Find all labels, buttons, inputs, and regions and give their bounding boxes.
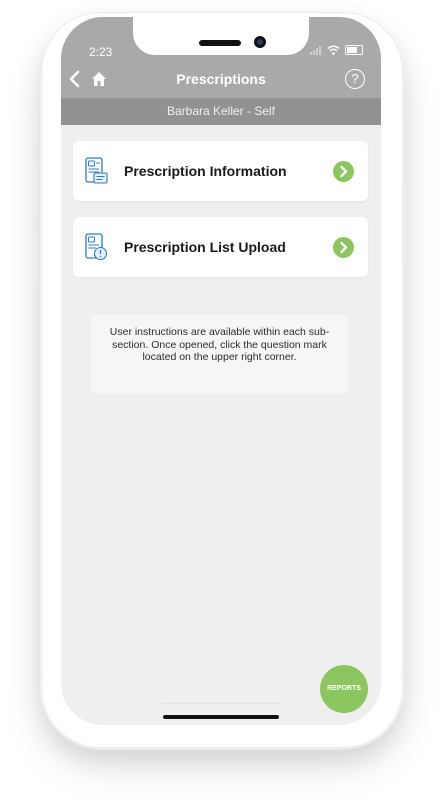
mute-switch (40, 72, 43, 78)
patient-subheader: Barbara Keller - Self (61, 98, 381, 125)
volume-up-button (35, 112, 38, 142)
battery-icon (345, 45, 363, 55)
side-button-left (35, 232, 38, 282)
app-screen: 2:23 Prescriptions ? Barbara Keller - Se… (61, 17, 381, 725)
prescription-info-icon (85, 157, 108, 184)
status-icons (310, 45, 363, 55)
prescription-upload-icon (85, 233, 108, 261)
volume-down-button (35, 165, 38, 215)
front-camera (254, 36, 266, 48)
menu-item-label: Prescription Information (124, 163, 287, 179)
notch (133, 17, 309, 55)
chevron-right-icon (333, 161, 354, 182)
home-indicator[interactable] (163, 715, 279, 719)
signal-icon (310, 45, 322, 55)
prescription-information-item[interactable]: Prescription Information (73, 141, 368, 201)
page-title: Prescriptions (176, 71, 266, 87)
side-mark-bottom-right (401, 670, 404, 676)
menu-item-label: Prescription List Upload (124, 239, 286, 255)
side-mark-right (403, 72, 406, 78)
chevron-right-icon (333, 237, 354, 258)
speaker (199, 40, 241, 46)
divider (161, 703, 281, 704)
status-time: 2:23 (89, 45, 113, 59)
reports-button[interactable]: REPORTS (320, 665, 368, 713)
instructions-note: User instructions are available within e… (91, 315, 348, 393)
wifi-icon (327, 45, 340, 55)
help-button[interactable]: ? (345, 69, 365, 89)
power-button (403, 185, 406, 265)
prescription-list-upload-item[interactable]: Prescription List Upload (73, 217, 368, 277)
side-mark-bottom-left (40, 670, 43, 676)
